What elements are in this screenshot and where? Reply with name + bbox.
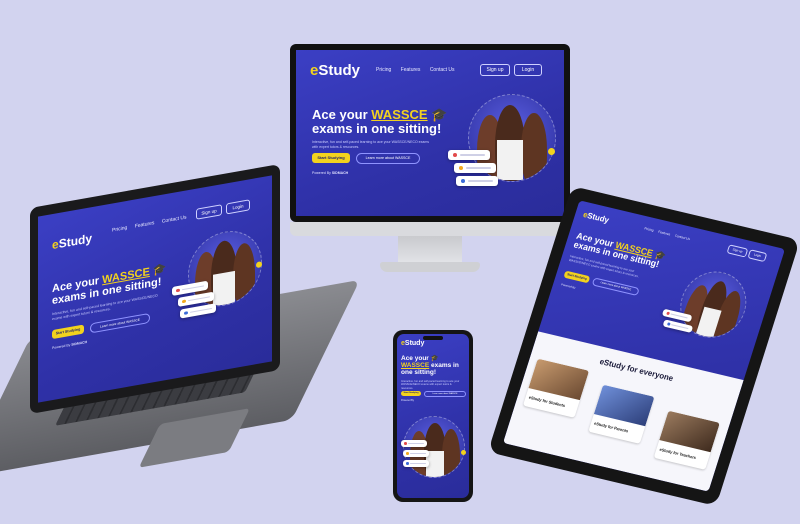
monitor-chin <box>290 222 570 236</box>
login-button[interactable]: Login <box>514 64 542 76</box>
floating-card <box>448 150 490 160</box>
signup-button[interactable]: Sign up <box>196 204 222 220</box>
nav-features[interactable]: Features <box>135 220 155 229</box>
monitor-stand <box>398 236 462 264</box>
monitor-base <box>380 262 480 272</box>
login-button[interactable]: Login <box>226 199 250 215</box>
feature-card-parents[interactable]: eStudy for Parents <box>588 384 655 444</box>
logo[interactable]: eStudy <box>310 62 360 79</box>
floating-card <box>403 450 429 457</box>
nav-contact[interactable]: Contact Us <box>430 67 455 73</box>
start-studying-button[interactable]: Start Studying <box>401 391 421 396</box>
signup-button[interactable]: Sign up <box>726 244 749 258</box>
nav-bar: Pricing Features Contact Us <box>644 226 691 241</box>
tablet-screen: eStudy Pricing Features Contact Us Sign … <box>502 200 786 492</box>
feature-card-teachers[interactable]: eStudy for Teachers <box>653 410 720 470</box>
logo[interactable]: eStudy <box>52 231 92 252</box>
website-mobile: eStudy Ace your 🎓 WASSCE exams in one sit… <box>397 334 469 498</box>
learn-more-button[interactable]: Learn more about WASSCE <box>424 391 466 397</box>
nav-features[interactable]: Features <box>401 67 421 73</box>
login-button[interactable]: Login <box>747 249 768 263</box>
nav-pricing[interactable]: Pricing <box>112 225 127 234</box>
floating-card <box>401 440 427 447</box>
logo[interactable]: eStudy <box>401 340 424 347</box>
nav-pricing[interactable]: Pricing <box>376 67 391 73</box>
learn-more-button[interactable]: Learn more about WASSCE <box>591 277 640 297</box>
nav-bar: Pricing Features Contact Us <box>112 214 187 233</box>
website-desktop: eStudy Pricing Features Contact Us Sign … <box>296 50 564 216</box>
phone-screen: eStudy Ace your 🎓 WASSCE exams in one sit… <box>397 334 469 498</box>
teachers-photo <box>659 410 720 452</box>
students-photo <box>528 358 590 400</box>
signup-button[interactable]: Sign up <box>480 64 510 76</box>
monitor-screen: eStudy Pricing Features Contact Us Sign … <box>296 50 564 216</box>
feature-card-students[interactable]: eStudy for Students <box>522 358 590 418</box>
logo[interactable]: eStudy <box>582 210 610 225</box>
hero-headline: Ace your 🎓 WASSCE exams in one sitting! <box>401 355 459 376</box>
powered-by: Powered By SIDMACH <box>52 339 88 351</box>
nav-contact[interactable]: Contact Us <box>162 214 187 224</box>
powered-by: Powered By SIDMACH <box>312 171 349 175</box>
start-studying-button[interactable]: Start Studying <box>563 270 591 284</box>
nav-features[interactable]: Features <box>658 230 671 237</box>
nav-pricing[interactable]: Pricing <box>644 226 655 232</box>
parents-photo <box>593 384 655 426</box>
learn-more-button[interactable]: Learn more about WASSCE <box>356 153 420 164</box>
hero-image <box>403 416 465 478</box>
features-section: eStudy for everyone eStudy for Students … <box>502 331 744 492</box>
nav-contact[interactable]: Contact Us <box>674 234 690 241</box>
start-studying-button[interactable]: Start Studying <box>52 324 84 340</box>
phone-notch <box>423 336 443 340</box>
floating-card <box>456 176 498 186</box>
floating-card <box>403 460 429 467</box>
start-studying-button[interactable]: Start Studying <box>312 153 350 163</box>
website-tablet: eStudy Pricing Features Contact Us Sign … <box>502 200 786 492</box>
hero-subtext: Interactive, fun and self-paced learning… <box>312 140 429 149</box>
hero-image <box>671 264 755 345</box>
nav-bar: Pricing Features Contact Us <box>376 67 455 73</box>
hero-subtext: Interactive, fun and self-paced learning… <box>401 380 460 390</box>
floating-card <box>454 163 496 173</box>
learn-more-button[interactable]: Learn more about WASSCE <box>90 312 150 334</box>
powered-by: Powered By <box>401 399 414 402</box>
decor-dot <box>461 450 466 455</box>
hero-headline: Ace your WASSCE 🎓 exams in one sitting! <box>312 107 448 136</box>
decor-dot <box>548 148 555 155</box>
powered-by: Powered By <box>560 282 577 290</box>
